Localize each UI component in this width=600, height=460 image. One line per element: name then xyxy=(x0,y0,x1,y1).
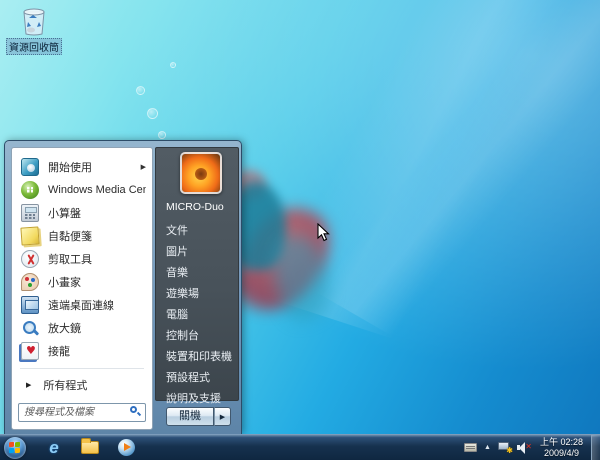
betta-fish-wallpaper xyxy=(225,194,341,328)
menu-item-games[interactable]: 遊樂場 xyxy=(166,284,234,305)
all-programs-arrow-icon: ▶ xyxy=(26,382,32,389)
taskbar-internet-explorer-button[interactable]: e xyxy=(41,437,67,459)
menu-item-label: 接龍 xyxy=(48,345,70,358)
menu-item-solitaire[interactable]: 接龍 xyxy=(12,339,152,362)
sticky-notes-icon xyxy=(20,225,40,246)
internet-explorer-icon: e xyxy=(49,438,59,457)
menu-item-sticky-notes[interactable]: 自黏便箋 xyxy=(12,224,152,247)
start-menu-left-panel: 開始使用 ▶ Windows Media Center 小算盤 自黏便箋 剪取工… xyxy=(11,147,153,430)
snipping-tool-icon xyxy=(20,249,40,269)
volume-mute-badge: ✕ xyxy=(525,441,532,451)
menu-item-label: 自黏便箋 xyxy=(48,230,92,243)
menu-item-label: 剪取工具 xyxy=(48,253,92,266)
solitaire-icon xyxy=(20,341,40,361)
user-name[interactable]: MICRO-Duo xyxy=(166,201,224,213)
bubble xyxy=(147,108,158,119)
recycle-bin-icon xyxy=(23,8,45,36)
menu-item-label: 放大鏡 xyxy=(48,322,81,335)
menu-item-documents[interactable]: 文件 xyxy=(166,221,234,242)
start-menu-right-panel: MICRO-Duo 文件 圖片 音樂 遊樂場 電腦 控制台 裝置和印表機 預設程… xyxy=(155,147,239,405)
menu-item-windows-media-center[interactable]: Windows Media Center xyxy=(12,178,152,201)
submenu-arrow-icon: ▶ xyxy=(140,163,146,171)
start-button[interactable] xyxy=(4,436,26,459)
menu-item-devices-printers[interactable]: 裝置和印表機 xyxy=(166,347,234,368)
recycle-bin-shortcut[interactable]: 資源回收筒 xyxy=(6,6,62,56)
taskbar-explorer-button[interactable] xyxy=(77,437,103,459)
windows-logo-icon xyxy=(9,441,21,454)
menu-item-paint[interactable]: 小畫家 xyxy=(12,270,152,293)
menu-item-label: 遠端桌面連線 xyxy=(48,299,114,312)
avatar-flower-image xyxy=(195,168,207,180)
search-icon xyxy=(130,406,142,417)
calculator-icon xyxy=(20,203,40,223)
folder-icon xyxy=(81,438,99,454)
menu-item-computer[interactable]: 電腦 xyxy=(166,305,234,326)
clock-time: 上午 02:28 xyxy=(539,436,583,447)
remote-desktop-icon xyxy=(20,295,40,315)
menu-item-label: 小算盤 xyxy=(48,207,81,220)
getting-started-icon xyxy=(20,157,40,177)
clock-date: 2009/4/9 xyxy=(543,447,579,458)
light-ray xyxy=(241,0,600,370)
taskbar: e ▲ ✱ ✕ 上午 02:28 2009/4/9 xyxy=(0,434,600,460)
menu-item-snipping-tool[interactable]: 剪取工具 xyxy=(12,247,152,270)
magnifier-icon xyxy=(20,318,40,338)
pinned-programs-list: 開始使用 ▶ Windows Media Center 小算盤 自黏便箋 剪取工… xyxy=(12,148,152,362)
show-hidden-icons-button[interactable]: ▲ xyxy=(484,444,491,451)
bubble xyxy=(158,131,166,139)
menu-item-label: 小畫家 xyxy=(48,276,81,289)
menu-item-control-panel[interactable]: 控制台 xyxy=(166,326,234,347)
menu-item-pictures[interactable]: 圖片 xyxy=(166,242,234,263)
menu-item-label: 開始使用 xyxy=(48,161,92,174)
search-input[interactable] xyxy=(18,403,146,422)
user-avatar[interactable] xyxy=(180,152,222,194)
menu-item-magnifier[interactable]: 放大鏡 xyxy=(12,316,152,339)
taskbar-media-player-button[interactable] xyxy=(113,437,139,459)
windows-media-center-icon xyxy=(20,180,40,200)
menu-separator xyxy=(20,368,144,369)
search-box xyxy=(18,402,146,422)
menu-item-default-programs[interactable]: 預設程式 xyxy=(166,368,234,389)
menu-item-getting-started[interactable]: 開始使用 ▶ xyxy=(12,155,152,178)
show-desktop-button[interactable] xyxy=(591,434,600,460)
taskbar-clock[interactable]: 上午 02:28 2009/4/9 xyxy=(540,437,583,459)
input-language-icon[interactable] xyxy=(464,443,478,452)
media-player-icon xyxy=(117,439,135,456)
menu-item-label: Windows Media Center xyxy=(48,183,146,196)
menu-item-remote-desktop[interactable]: 遠端桌面連線 xyxy=(12,293,152,316)
menu-item-calculator[interactable]: 小算盤 xyxy=(12,201,152,224)
bubble xyxy=(170,62,176,68)
shutdown-options-arrow[interactable]: ▶ xyxy=(214,407,231,426)
volume-icon[interactable]: ✕ xyxy=(516,441,532,454)
recycle-bin-label: 資源回收筒 xyxy=(6,38,62,55)
mouse-cursor xyxy=(317,222,330,247)
all-programs-button[interactable]: ▶ 所有程式 xyxy=(12,374,152,396)
menu-item-music[interactable]: 音樂 xyxy=(166,263,234,284)
system-tray: ▲ ✱ ✕ 上午 02:28 2009/4/9 xyxy=(464,434,600,460)
all-programs-label: 所有程式 xyxy=(43,380,88,392)
start-menu-places-list: 文件 圖片 音樂 遊樂場 電腦 控制台 裝置和印表機 預設程式 說明及支援 xyxy=(166,221,234,410)
start-menu: 開始使用 ▶ Windows Media Center 小算盤 自黏便箋 剪取工… xyxy=(4,140,242,434)
paint-icon xyxy=(20,272,40,292)
shutdown-button[interactable]: 關機 xyxy=(166,407,214,426)
light-ray xyxy=(289,0,600,387)
network-warning-badge: ✱ xyxy=(506,446,513,455)
shutdown-control: 關機 ▶ xyxy=(166,407,231,426)
bubble xyxy=(136,86,145,95)
network-status-icon[interactable]: ✱ xyxy=(497,442,513,455)
